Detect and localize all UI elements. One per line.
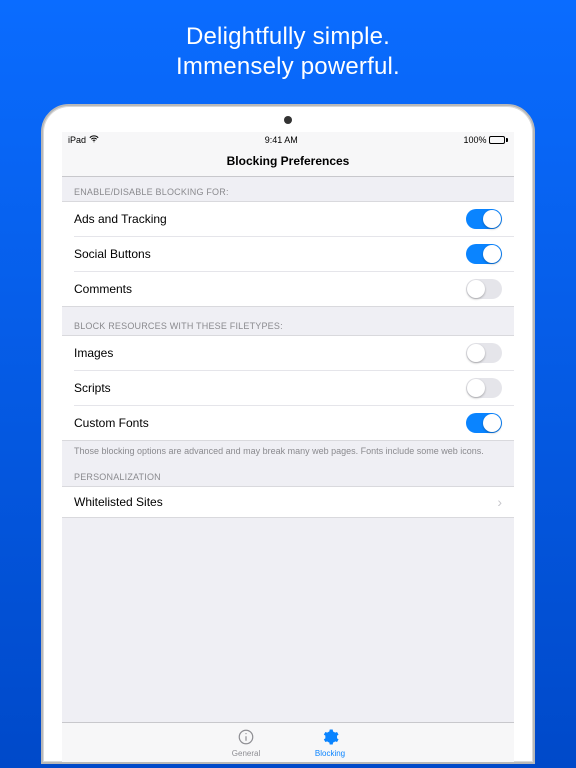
chevron-right-icon: › xyxy=(497,494,502,510)
personalization-group: Whitelisted Sites › xyxy=(62,486,514,518)
switch-scripts[interactable] xyxy=(466,378,502,398)
info-icon xyxy=(237,728,255,748)
section-header-personalization: PERSONALIZATION xyxy=(62,458,514,486)
switch-ads-tracking[interactable] xyxy=(466,209,502,229)
row-label: Custom Fonts xyxy=(74,416,466,430)
page-title: Blocking Preferences xyxy=(62,148,514,177)
headline-line1: Delightfully simple. xyxy=(176,22,400,52)
marketing-headline: Delightfully simple. Immensely powerful. xyxy=(176,22,400,82)
row-comments: Comments xyxy=(74,271,514,306)
wifi-icon xyxy=(89,134,99,146)
row-label: Ads and Tracking xyxy=(74,212,466,226)
battery-percent: 100% xyxy=(463,135,486,145)
ipad-device-frame: iPad 9:41 AM 100% Block xyxy=(41,104,535,764)
battery-icon xyxy=(489,136,508,144)
switch-comments[interactable] xyxy=(466,279,502,299)
row-label: Images xyxy=(74,346,466,360)
gear-icon xyxy=(321,728,339,748)
status-bar: iPad 9:41 AM 100% xyxy=(62,132,514,148)
camera-dot xyxy=(284,116,292,124)
switch-social-buttons[interactable] xyxy=(466,244,502,264)
tab-blocking[interactable]: Blocking xyxy=(305,728,355,758)
switch-custom-fonts[interactable] xyxy=(466,413,502,433)
blocking-group: Ads and Tracking Social Buttons Comments xyxy=(62,201,514,307)
row-images: Images xyxy=(62,336,514,370)
row-whitelisted-sites[interactable]: Whitelisted Sites › xyxy=(62,487,514,517)
row-label: Comments xyxy=(74,282,466,296)
row-ads-tracking: Ads and Tracking xyxy=(62,202,514,236)
row-label: Social Buttons xyxy=(74,247,466,261)
tab-general[interactable]: General xyxy=(221,728,271,758)
tab-label: Blocking xyxy=(315,749,345,758)
row-social-buttons: Social Buttons xyxy=(74,236,514,271)
tab-label: General xyxy=(232,749,260,758)
row-scripts: Scripts xyxy=(74,370,514,405)
row-custom-fonts: Custom Fonts xyxy=(74,405,514,440)
tab-bar: General Blocking xyxy=(62,722,514,762)
headline-line2: Immensely powerful. xyxy=(176,52,400,82)
section-footer-filetypes: Those blocking options are advanced and … xyxy=(62,441,514,458)
section-header-filetypes: BLOCK RESOURCES WITH THESE FILETYPES: xyxy=(62,307,514,335)
device-label: iPad xyxy=(68,135,86,145)
ipad-screen: iPad 9:41 AM 100% Block xyxy=(62,132,514,762)
clock: 9:41 AM xyxy=(265,135,298,145)
switch-images[interactable] xyxy=(466,343,502,363)
settings-content[interactable]: ENABLE/DISABLE BLOCKING FOR: Ads and Tra… xyxy=(62,177,514,722)
row-label: Whitelisted Sites xyxy=(74,495,491,509)
section-header-blocking: ENABLE/DISABLE BLOCKING FOR: xyxy=(62,177,514,201)
row-label: Scripts xyxy=(74,381,466,395)
filetypes-group: Images Scripts Custom Fonts xyxy=(62,335,514,441)
